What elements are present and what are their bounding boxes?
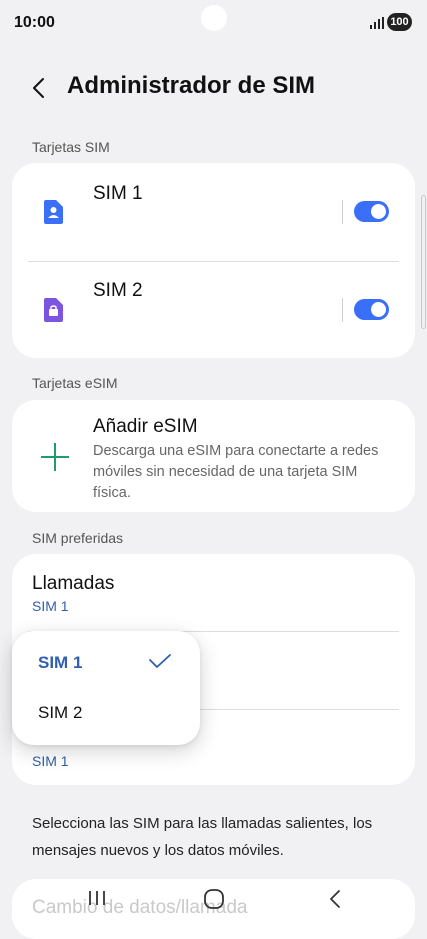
back-nav-icon — [330, 890, 340, 908]
battery-indicator: 100 — [387, 13, 412, 31]
home-button[interactable] — [203, 888, 225, 915]
toggle-divider — [342, 298, 343, 322]
recent-apps-icon — [89, 891, 105, 905]
scrollbar[interactable] — [421, 195, 426, 329]
page-title: Administrador de SIM — [67, 72, 316, 99]
back-button[interactable] — [28, 74, 52, 102]
sim-2-icon — [41, 297, 65, 328]
checkmark-icon — [149, 654, 171, 668]
sim-2-label: SIM 2 — [93, 280, 143, 301]
home-icon — [204, 889, 224, 909]
preferred-sims-description: Selecciona las SIM para las llamadas sal… — [32, 815, 373, 859]
add-icon — [40, 442, 70, 477]
sim-select-dropdown: SIM 1 SIM 2 — [12, 631, 200, 745]
sim-1-toggle[interactable] — [354, 201, 389, 222]
chevron-left-icon — [33, 78, 44, 98]
signal-icon — [370, 16, 384, 34]
sim-2-toggle[interactable] — [354, 299, 389, 320]
status-time: 10:00 — [14, 14, 55, 31]
section-label-esim-cards: Tarjetas eSIM — [32, 375, 118, 391]
section-label-sim-cards: Tarjetas SIM — [32, 139, 110, 155]
sim-1-label: SIM 1 — [93, 183, 143, 204]
add-esim-title: Añadir eSIM — [93, 416, 198, 437]
preferred-mobile-data-value: SIM 1 — [32, 753, 69, 769]
dropdown-option-sim-1[interactable]: SIM 1 — [38, 653, 82, 673]
preferred-calls-title: Llamadas — [32, 573, 115, 594]
preferred-calls-value: SIM 1 — [32, 598, 69, 614]
front-camera-cutout — [201, 5, 227, 31]
section-label-preferred: SIM preferidas — [32, 530, 124, 546]
recent-apps-button[interactable] — [87, 889, 107, 912]
back-nav-button[interactable] — [327, 888, 343, 915]
toggle-divider — [342, 200, 343, 224]
add-esim-description: Descarga una eSIM para conectarte a rede… — [93, 443, 379, 501]
dropdown-option-sim-2[interactable]: SIM 2 — [38, 703, 82, 723]
sim-1-icon — [41, 199, 65, 230]
